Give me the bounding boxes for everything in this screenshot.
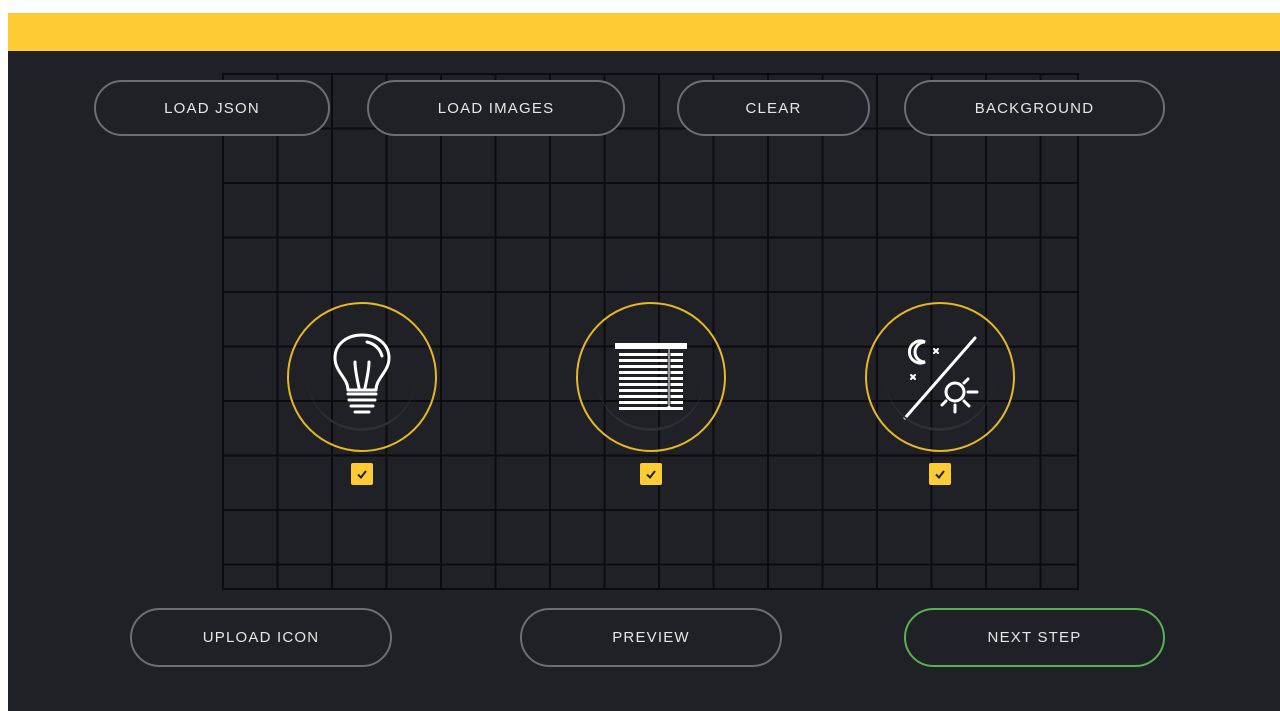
load-json-button[interactable]: LOAD JSON — [94, 80, 330, 136]
clear-button[interactable]: CLEAR — [677, 80, 870, 136]
background-button[interactable]: BACKGROUND — [904, 80, 1165, 136]
next-step-button[interactable]: NEXT STEP — [904, 608, 1165, 667]
icon-ring[interactable] — [576, 302, 726, 452]
top-accent-bar — [8, 13, 1280, 51]
checkmark-icon — [357, 470, 367, 480]
day-night-checkbox[interactable] — [929, 463, 951, 485]
icon-ring[interactable] — [287, 302, 437, 452]
ring-shadow — [596, 322, 705, 431]
upload-icon-button[interactable]: UPLOAD ICON — [130, 608, 392, 667]
icon-ring[interactable] — [865, 302, 1015, 452]
app-frame: LOAD JSON LOAD IMAGES CLEAR BACKGROUND U… — [8, 13, 1280, 711]
load-images-button[interactable]: LOAD IMAGES — [367, 80, 625, 136]
light-checkbox[interactable] — [351, 463, 373, 485]
ring-shadow — [885, 322, 994, 431]
icon-tile-day-night[interactable] — [865, 302, 1015, 487]
blinds-checkbox[interactable] — [640, 463, 662, 485]
checkmark-icon — [935, 470, 945, 480]
preview-button[interactable]: PREVIEW — [520, 608, 782, 667]
checkmark-icon — [646, 470, 656, 480]
icon-tile-light[interactable] — [287, 302, 437, 487]
icon-tile-blinds[interactable] — [576, 302, 726, 487]
ring-shadow — [307, 322, 416, 431]
